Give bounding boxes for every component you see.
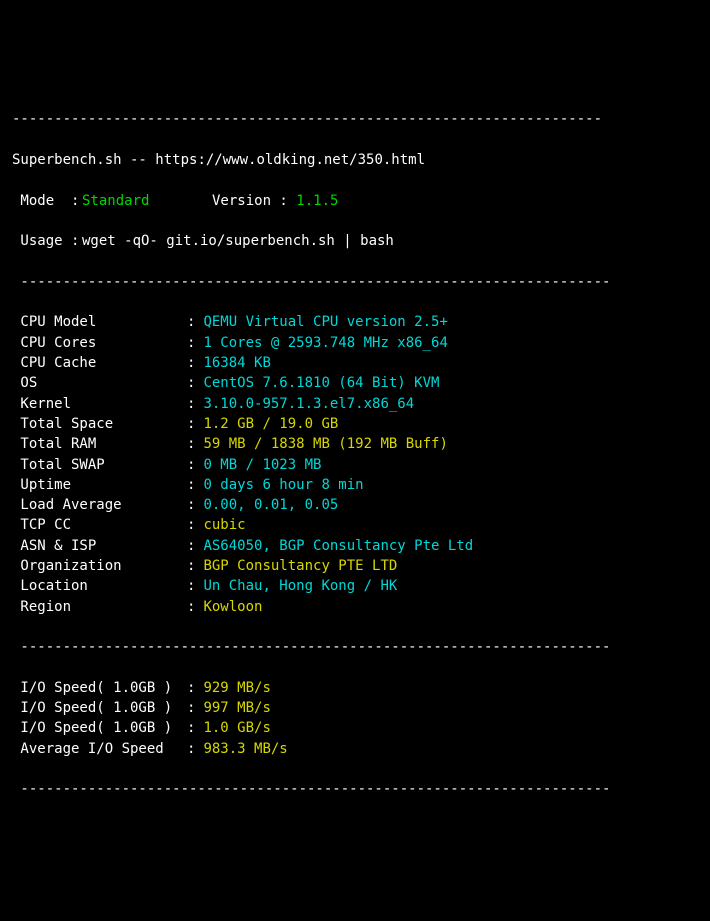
- row-sep: :: [187, 556, 195, 576]
- info-row: Location: Un Chau, Hong Kong / HK: [12, 576, 698, 596]
- info-row: Uptime:0 days 6 hour 8 min: [12, 475, 698, 495]
- info-row: OS: CentOS 7.6.1810 (64 Bit) KVM: [12, 373, 698, 393]
- row-value: 1.2 GB / 19.0 GB: [203, 414, 338, 434]
- row-label: I/O Speed( 1.0GB ): [12, 718, 187, 738]
- info-row: Kernel:3.10.0-957.1.3.el7.x86_64: [12, 394, 698, 414]
- info-row: Total SWAP:0 MB / 1023 MB: [12, 455, 698, 475]
- row-value: 929 MB/s: [203, 678, 270, 698]
- row-value: 59 MB / 1838 MB (192 MB Buff): [203, 434, 447, 454]
- row-label: Region: [12, 597, 187, 617]
- info-row: I/O Speed( 1.0GB ):1.0 GB/s: [12, 718, 698, 738]
- row-label: Kernel: [12, 394, 187, 414]
- row-value: 0.00, 0.01, 0.05: [203, 495, 338, 515]
- terminal-output: ----------------------------------------…: [12, 89, 698, 820]
- row-sep: :: [187, 312, 195, 332]
- hr-3: ----------------------------------------…: [12, 779, 698, 799]
- row-value: 1.0 GB/s: [203, 718, 270, 738]
- row-label: ASN & ISP: [12, 536, 187, 556]
- info-row: ASN & ISP: AS64050, BGP Consultancy Pte L…: [12, 536, 698, 556]
- row-label: I/O Speed( 1.0GB ): [12, 678, 187, 698]
- info-row: CPU Cache:16384 KB: [12, 353, 698, 373]
- row-sep: :: [187, 455, 195, 475]
- row-sep: :: [187, 536, 195, 556]
- io-speed-block: I/O Speed( 1.0GB ):929 MB/s I/O Speed( 1…: [12, 678, 698, 759]
- row-label: Uptime: [12, 475, 187, 495]
- row-sep: :: [187, 394, 195, 414]
- row-sep: :: [187, 698, 195, 718]
- row-value: 16384 KB: [203, 353, 270, 373]
- row-label: I/O Speed( 1.0GB ): [12, 698, 187, 718]
- row-label: CPU Cores: [12, 333, 187, 353]
- row-value: QEMU Virtual CPU version 2.5+: [203, 312, 447, 332]
- info-row: Load Average:0.00, 0.01, 0.05: [12, 495, 698, 515]
- row-label: Organization: [12, 556, 187, 576]
- row-label: Total Space: [12, 414, 187, 434]
- row-sep: :: [187, 739, 195, 759]
- info-row: Region: Kowloon: [12, 597, 698, 617]
- row-value: CentOS 7.6.1810 (64 Bit) KVM: [203, 373, 439, 393]
- row-sep: :: [187, 333, 195, 353]
- row-label: OS: [12, 373, 187, 393]
- row-label: TCP CC: [12, 515, 187, 535]
- row-value: 983.3 MB/s: [203, 739, 287, 759]
- row-value: BGP Consultancy PTE LTD: [203, 556, 397, 576]
- header-title-row: Superbench.sh -- https://www.oldking.net…: [12, 150, 698, 170]
- usage-label: Usage :: [12, 231, 82, 251]
- hr-2: ----------------------------------------…: [12, 637, 698, 657]
- row-value: Un Chau, Hong Kong / HK: [203, 576, 397, 596]
- mode-label: Mode :: [12, 191, 82, 211]
- row-label: Location: [12, 576, 187, 596]
- header-usage-row: Usage : wget -qO- git.io/superbench.sh |…: [12, 231, 698, 251]
- row-value: 0 MB / 1023 MB: [203, 455, 321, 475]
- row-value: 3.10.0-957.1.3.el7.x86_64: [203, 394, 414, 414]
- mode-value: Standard: [82, 191, 212, 211]
- hr-1: ----------------------------------------…: [12, 272, 698, 292]
- row-sep: :: [187, 597, 195, 617]
- row-sep: :: [187, 434, 195, 454]
- row-value: 0 days 6 hour 8 min: [203, 475, 363, 495]
- header-mode-row: Mode : StandardVersion : 1.1.5: [12, 191, 698, 211]
- version-value: 1.1.5: [296, 191, 338, 211]
- info-row: CPU Cores:1 Cores @ 2593.748 MHz x86_64: [12, 333, 698, 353]
- row-sep: :: [187, 373, 195, 393]
- row-sep: :: [187, 353, 195, 373]
- info-row: TCP CC: cubic: [12, 515, 698, 535]
- version-label: Version :: [212, 191, 296, 211]
- row-value: 1 Cores @ 2593.748 MHz x86_64: [203, 333, 447, 353]
- row-label: Total RAM: [12, 434, 187, 454]
- info-row: CPU Model: QEMU Virtual CPU version 2.5+: [12, 312, 698, 332]
- row-sep: :: [187, 515, 195, 535]
- info-row: Total RAM:59 MB / 1838 MB (192 MB Buff): [12, 434, 698, 454]
- row-sep: :: [187, 414, 195, 434]
- row-value: 997 MB/s: [203, 698, 270, 718]
- row-sep: :: [187, 718, 195, 738]
- system-info-block: CPU Model:QEMU Virtual CPU version 2.5+ …: [12, 312, 698, 616]
- script-name: Superbench.sh: [12, 150, 122, 170]
- row-label: Total SWAP: [12, 455, 187, 475]
- row-label: CPU Cache: [12, 353, 187, 373]
- row-label: Load Average: [12, 495, 187, 515]
- row-value: cubic: [203, 515, 245, 535]
- title-sep: --: [122, 150, 156, 170]
- row-value: Kowloon: [203, 597, 262, 617]
- info-row: I/O Speed( 1.0GB ):929 MB/s: [12, 678, 698, 698]
- info-row: Total Space:1.2 GB / 19.0 GB: [12, 414, 698, 434]
- info-row: Organization: BGP Consultancy PTE LTD: [12, 556, 698, 576]
- row-value: AS64050, BGP Consultancy Pte Ltd: [203, 536, 473, 556]
- row-label: CPU Model: [12, 312, 187, 332]
- info-row: I/O Speed( 1.0GB ):997 MB/s: [12, 698, 698, 718]
- row-sep: :: [187, 678, 195, 698]
- hr-top: ----------------------------------------…: [12, 109, 698, 129]
- info-row: Average I/O Speed:983.3 MB/s: [12, 739, 698, 759]
- row-sep: :: [187, 576, 195, 596]
- usage-value: wget -qO- git.io/superbench.sh | bash: [82, 231, 394, 251]
- row-label: Average I/O Speed: [12, 739, 187, 759]
- row-sep: :: [187, 475, 195, 495]
- script-url: https://www.oldking.net/350.html: [155, 150, 425, 170]
- row-sep: :: [187, 495, 195, 515]
